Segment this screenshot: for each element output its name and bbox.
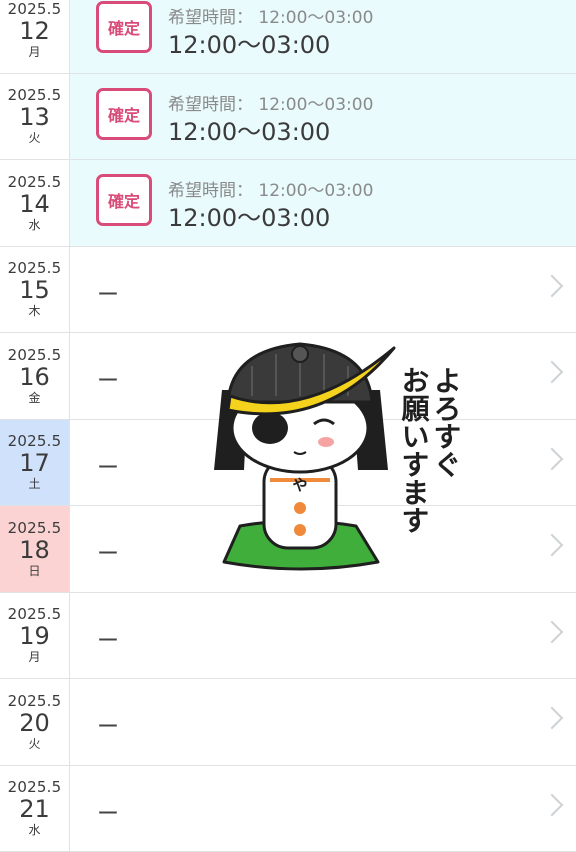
- no-shift-dash: ー: [97, 450, 119, 482]
- date-cell: 2025.5 15 木: [0, 247, 70, 333]
- shift-content: 確定 希望時間： 12:00〜03:00 12:00〜03:00: [70, 74, 576, 160]
- sticker-mark: や: [292, 476, 307, 494]
- day-number: 12: [19, 18, 50, 45]
- chevron-right-icon[interactable]: [541, 274, 564, 297]
- weekday: 水: [28, 218, 40, 232]
- schedule-row[interactable]: 2025.5 15 木 ー: [0, 247, 576, 334]
- confirmed-time: 12:00〜03:00: [168, 25, 330, 60]
- weekday: 土: [28, 477, 40, 491]
- year-month: 2025.5: [8, 174, 62, 191]
- day-number: 16: [19, 364, 50, 391]
- date-cell-sunday: 2025.5 18 日: [0, 506, 70, 592]
- shift-content: 確定 希望時間： 12:00〜03:00 12:00〜03:00: [70, 160, 576, 246]
- schedule-row[interactable]: 2025.5 21 水 ー: [0, 766, 576, 852]
- weekday: 水: [28, 823, 40, 837]
- date-cell: 2025.5 20 火: [0, 679, 70, 765]
- chevron-right-icon[interactable]: [541, 620, 564, 643]
- confirmed-badge: 確定: [96, 1, 152, 53]
- weekday: 木: [28, 304, 40, 318]
- weekday: 金: [28, 391, 40, 405]
- date-cell: 2025.5 14 水: [0, 160, 70, 246]
- shift-content: ー: [70, 593, 576, 679]
- no-shift-dash: ー: [97, 796, 119, 828]
- chevron-right-icon[interactable]: [541, 447, 564, 470]
- confirmed-badge: 確定: [96, 174, 152, 226]
- year-month: 2025.5: [8, 347, 62, 364]
- schedule-row[interactable]: 2025.5 12 月 確定 希望時間： 12:00〜03:00 12:00〜0…: [0, 0, 576, 74]
- day-number: 14: [19, 191, 50, 218]
- weekday: 月: [28, 650, 40, 664]
- confirmed-time: 12:00〜03:00: [168, 198, 330, 233]
- year-month: 2025.5: [8, 520, 62, 537]
- date-cell: 2025.5 13 火: [0, 74, 70, 160]
- year-month: 2025.5: [8, 606, 62, 623]
- date-cell: 2025.5 16 金: [0, 333, 70, 419]
- chevron-right-icon[interactable]: [541, 793, 564, 816]
- no-shift-dash: ー: [97, 709, 119, 741]
- year-month: 2025.5: [8, 693, 62, 710]
- weekday: 火: [28, 131, 40, 145]
- year-month: 2025.5: [8, 779, 62, 796]
- shift-content: ー: [70, 247, 576, 333]
- day-number: 18: [19, 537, 50, 564]
- sticker-text-col2: お願いすます: [398, 366, 431, 534]
- year-month: 2025.5: [8, 433, 62, 450]
- schedule-row[interactable]: 2025.5 20 火 ー: [0, 679, 576, 766]
- shift-content: ー: [70, 679, 576, 765]
- sticker-text-col1: よろすぐ: [430, 366, 463, 478]
- day-number: 13: [19, 104, 50, 131]
- date-cell: 2025.5 21 水: [0, 766, 70, 852]
- year-month: 2025.5: [8, 1, 62, 18]
- confirmed-time: 12:00〜03:00: [168, 112, 330, 147]
- chevron-right-icon[interactable]: [541, 361, 564, 384]
- weekday: 月: [28, 45, 40, 59]
- day-number: 15: [19, 277, 50, 304]
- schedule-row[interactable]: 2025.5 14 水 確定 希望時間： 12:00〜03:00 12:00〜0…: [0, 160, 576, 247]
- schedule-row[interactable]: 2025.5 13 火 確定 希望時間： 12:00〜03:00 12:00〜0…: [0, 74, 576, 161]
- day-number: 20: [19, 710, 50, 737]
- weekday: 火: [28, 737, 40, 751]
- weekday: 日: [28, 564, 40, 578]
- no-shift-dash: ー: [97, 623, 119, 655]
- shift-content: ー: [70, 766, 576, 852]
- no-shift-dash: ー: [97, 363, 119, 395]
- schedule-row[interactable]: 2025.5 19 月 ー: [0, 593, 576, 680]
- date-cell-saturday: 2025.5 17 土: [0, 420, 70, 506]
- year-month: 2025.5: [8, 260, 62, 277]
- no-shift-dash: ー: [97, 536, 119, 568]
- chevron-right-icon[interactable]: [541, 707, 564, 730]
- day-number: 21: [19, 796, 50, 823]
- chevron-right-icon[interactable]: [541, 534, 564, 557]
- greeting-sticker: や よろすぐ お願いすます: [196, 330, 476, 590]
- date-cell: 2025.5 19 月: [0, 593, 70, 679]
- day-number: 17: [19, 450, 50, 477]
- day-number: 19: [19, 623, 50, 650]
- shift-content: 確定 希望時間： 12:00〜03:00 12:00〜03:00: [70, 0, 576, 73]
- year-month: 2025.5: [8, 87, 62, 104]
- no-shift-dash: ー: [97, 277, 119, 309]
- confirmed-badge: 確定: [96, 88, 152, 140]
- date-cell: 2025.5 12 月: [0, 0, 70, 73]
